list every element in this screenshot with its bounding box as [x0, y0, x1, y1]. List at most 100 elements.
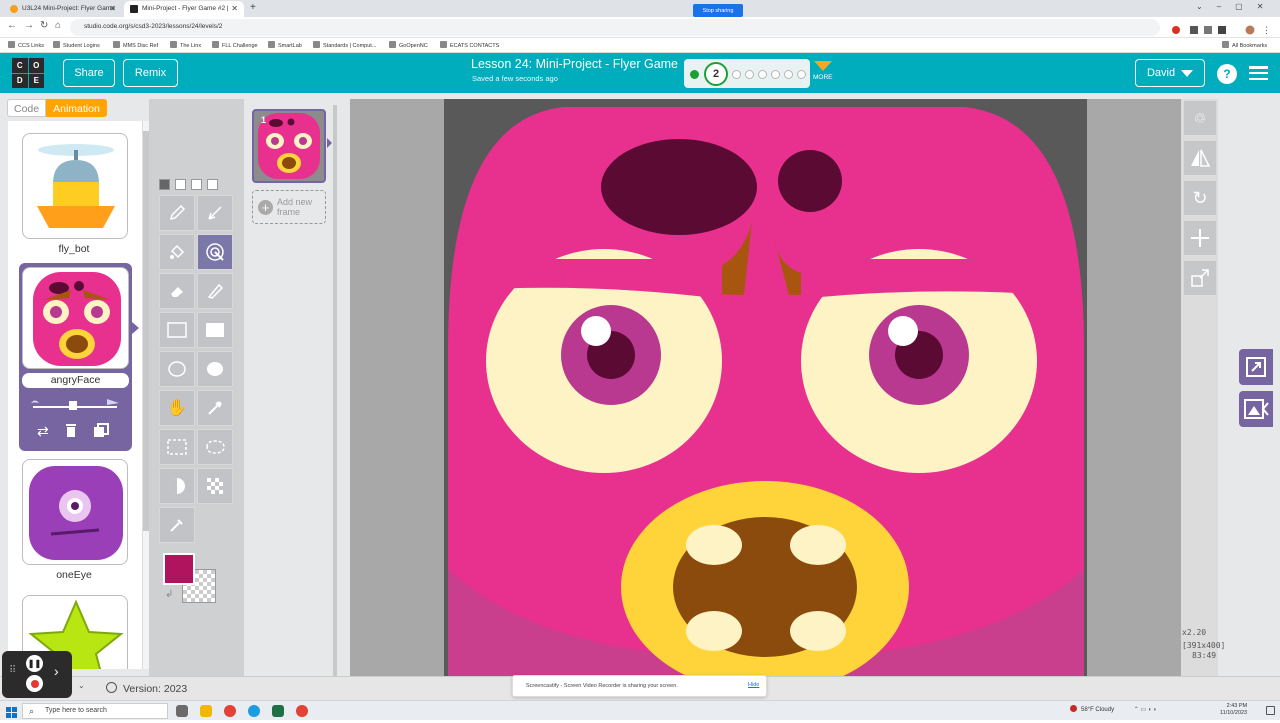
- chevron-right-icon[interactable]: ›: [54, 663, 59, 679]
- bookmark-item[interactable]: The Linx: [170, 41, 201, 49]
- loop-icon[interactable]: ⇄: [37, 423, 49, 440]
- expand-panel-icon[interactable]: [1239, 349, 1273, 385]
- lesson-title[interactable]: Lesson 24: Mini-Project - Flyer Game: [471, 57, 678, 71]
- new-tab-icon[interactable]: +: [250, 2, 256, 13]
- flip-horizontal-icon[interactable]: [1184, 141, 1216, 175]
- more-levels-button[interactable]: MORE: [813, 61, 833, 81]
- hamburger-menu-icon[interactable]: [1249, 66, 1268, 81]
- crop-icon[interactable]: [1184, 221, 1216, 255]
- file-explorer-icon[interactable]: [200, 705, 212, 717]
- system-tray[interactable]: 58°F Cloudy ⌃ ▭ ◖ ◗: [1070, 705, 1157, 713]
- level-dot[interactable]: [745, 70, 754, 79]
- color-picker-tool-icon[interactable]: [159, 507, 195, 543]
- stop-recording-icon[interactable]: [26, 675, 43, 692]
- pause-icon[interactable]: ❚❚: [26, 655, 43, 672]
- close-tab-icon[interactable]: ✕: [109, 4, 116, 13]
- stroke-size-xlarge[interactable]: [207, 179, 218, 190]
- reload-icon[interactable]: ↻: [40, 20, 48, 31]
- frames-scrollbar[interactable]: [333, 105, 337, 677]
- drawing-canvas[interactable]: [444, 99, 1087, 677]
- dropdown-chevron-icon[interactable]: ⌄: [78, 681, 85, 690]
- hand-pan-tool-icon[interactable]: ✋: [159, 390, 195, 426]
- eraser-tool-icon[interactable]: [159, 273, 195, 309]
- bookmark-item[interactable]: SmartLab: [268, 41, 302, 49]
- excel-icon[interactable]: [272, 705, 284, 717]
- home-icon[interactable]: ⌂: [55, 20, 61, 31]
- level-dot[interactable]: [771, 70, 780, 79]
- code-tab[interactable]: Code: [7, 99, 47, 117]
- ellipse-tool-icon[interactable]: [159, 351, 195, 387]
- version-label[interactable]: Version: 2023: [106, 682, 187, 695]
- browser-tab-active[interactable]: Mini-Project - Flyer Game #2 | ✕: [124, 1, 244, 17]
- eyedropper-tool-icon[interactable]: [197, 390, 233, 426]
- close-tab-icon[interactable]: ✕: [231, 4, 238, 13]
- bookmark-item[interactable]: ECATS CONTACTS: [440, 41, 499, 49]
- help-button[interactable]: ?: [1217, 64, 1237, 84]
- chrome-profile-icon[interactable]: [296, 705, 308, 717]
- pencil-tool-icon[interactable]: [159, 195, 195, 231]
- level-dot[interactable]: [758, 70, 767, 79]
- edge-icon[interactable]: [248, 705, 260, 717]
- add-new-frame-button[interactable]: + Add new frame: [252, 190, 326, 224]
- flip-color-tool-icon[interactable]: [159, 468, 195, 504]
- rotate-icon[interactable]: ↻: [1184, 181, 1216, 215]
- primary-color-swatch[interactable]: [163, 553, 195, 585]
- bookmark-item[interactable]: CCS Links: [8, 41, 44, 49]
- animation-speed-slider[interactable]: [29, 397, 121, 411]
- taskbar-clock[interactable]: 2:43 PM 11/10/2023: [1220, 703, 1247, 717]
- lasso-select-tool-icon[interactable]: [197, 429, 233, 465]
- transparency-tool-icon[interactable]: [197, 468, 233, 504]
- user-menu-button[interactable]: David: [1135, 59, 1205, 87]
- task-view-icon[interactable]: [176, 705, 188, 717]
- animation-card-fly-bot[interactable]: [22, 133, 128, 239]
- filled-rectangle-tool-icon[interactable]: [197, 312, 233, 348]
- level-dot[interactable]: [784, 70, 793, 79]
- bookmark-item[interactable]: Student Logins: [53, 41, 100, 49]
- bookmark-item[interactable]: MMS Disc Ref: [113, 41, 158, 49]
- remix-button[interactable]: Remix: [123, 59, 178, 87]
- chrome-icon[interactable]: [224, 705, 236, 717]
- eraser-outline-tool-icon[interactable]: [197, 273, 233, 309]
- collapse-panel-icon[interactable]: [1239, 391, 1273, 427]
- swap-colors-icon[interactable]: ↲: [165, 589, 173, 600]
- rectangle-select-tool-icon[interactable]: [159, 429, 195, 465]
- line-tool-icon[interactable]: [197, 195, 233, 231]
- rectangle-tool-icon[interactable]: [159, 312, 195, 348]
- resize-icon[interactable]: [1184, 261, 1216, 295]
- taskbar-search-box[interactable]: ⌕ Type here to search: [22, 703, 168, 719]
- recycle-icon[interactable]: ♲: [1184, 101, 1216, 135]
- stroke-size-medium[interactable]: [175, 179, 186, 190]
- url-field[interactable]: studio.code.org/s/csd3-2023/lessons/24/l…: [70, 19, 1160, 36]
- current-level-bubble[interactable]: 2: [704, 62, 728, 86]
- stroke-size-large[interactable]: [191, 179, 202, 190]
- duplicate-icon[interactable]: [93, 423, 109, 438]
- bookmark-item[interactable]: Standards | Comput...: [313, 41, 376, 49]
- animation-tab[interactable]: Animation: [46, 99, 107, 117]
- hide-link[interactable]: Hide: [748, 682, 759, 688]
- notification-icon[interactable]: [1266, 706, 1275, 715]
- paint-bucket-tool-icon[interactable]: [159, 234, 195, 270]
- bookmark-item[interactable]: FLL Challenge: [212, 41, 258, 49]
- browser-tab[interactable]: U3L24 Mini-Project: Flyer Game ✕: [4, 1, 122, 17]
- share-button[interactable]: Share: [63, 59, 115, 87]
- completed-level-dot[interactable]: [690, 70, 699, 79]
- forward-icon[interactable]: →: [24, 20, 34, 31]
- filled-ellipse-tool-icon[interactable]: [197, 351, 233, 387]
- browser-extension-icons[interactable]: ⋮: [1170, 22, 1271, 35]
- level-dot[interactable]: [732, 70, 741, 79]
- all-bookmarks[interactable]: All Bookmarks: [1222, 41, 1267, 49]
- animation-name-field[interactable]: angryFace: [22, 373, 129, 388]
- bucket-fill-tool-icon[interactable]: [197, 234, 233, 270]
- stroke-size-small[interactable]: [159, 179, 170, 190]
- windows-start-icon[interactable]: [6, 705, 17, 718]
- code-org-logo[interactable]: CO DE: [12, 58, 44, 88]
- level-dot[interactable]: [797, 70, 806, 79]
- bookmark-item[interactable]: GoOpenNC: [389, 41, 428, 49]
- animation-card-angry-face-selected[interactable]: angryFace ⇄: [19, 263, 132, 451]
- window-controls[interactable]: ⌄–▢✕: [1196, 2, 1277, 11]
- animation-card-one-eye[interactable]: [22, 459, 128, 565]
- back-icon[interactable]: ←: [7, 20, 17, 31]
- drag-handle-icon[interactable]: ⠿: [9, 665, 16, 676]
- delete-icon[interactable]: [65, 423, 77, 438]
- stop-sharing-button[interactable]: Stop sharing: [693, 4, 743, 17]
